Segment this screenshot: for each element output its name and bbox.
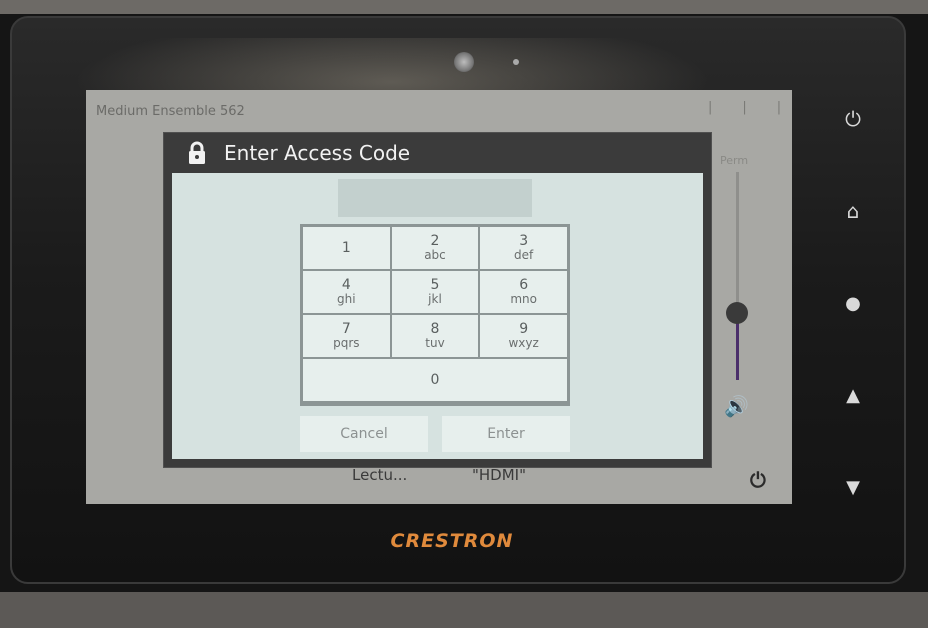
enter-button[interactable]: Enter — [442, 416, 570, 452]
key-9[interactable]: 9 wxyz — [480, 315, 567, 357]
dialog-header: Enter Access Code — [164, 133, 711, 175]
brand-logo: CRESTRON — [390, 530, 514, 552]
volume-slider-knob[interactable] — [726, 302, 748, 324]
key-number: 1 — [341, 239, 351, 256]
key-letters: abc — [424, 248, 446, 263]
key-letters: def — [514, 248, 534, 263]
key-4[interactable]: 4 ghi — [303, 271, 390, 313]
key-letters: ghi — [337, 292, 356, 307]
touch-screen: Medium Ensemble 562 |||? Perm 🔊 Lectu...… — [86, 90, 792, 504]
source-label[interactable]: Lectu... — [352, 466, 407, 484]
key-number: 8 — [430, 321, 440, 338]
dialog-body: 1 2 abc 3 def 4 ghi 5 jkl 6 mno 7 pqrs 8 tuv 9w… — [172, 173, 703, 459]
key-number: 5 — [430, 277, 440, 294]
volume-label: Perm — [720, 154, 749, 167]
key-letters: pqrs — [333, 336, 360, 351]
cancel-button[interactable]: Cancel — [300, 416, 428, 452]
wall-top — [0, 0, 928, 14]
key-number: 2 — [430, 233, 440, 250]
room-title: Medium Ensemble 562 — [96, 104, 245, 119]
sensor-icon — [513, 59, 519, 65]
speaker-icon[interactable]: 🔊 — [724, 394, 749, 418]
key-number: 0 — [430, 371, 440, 388]
menu-icon: ||| — [708, 100, 781, 115]
key-number: 3 — [519, 233, 529, 250]
key-2[interactable]: 2 abc — [391, 227, 479, 269]
key-5[interactable]: 5 jkl — [391, 271, 479, 313]
key-6[interactable]: 6 mno — [480, 271, 567, 313]
key-number: 6 — [519, 277, 529, 294]
key-3[interactable]: 3 def — [480, 227, 567, 269]
camera-icon — [454, 52, 474, 72]
lock-icon — [189, 141, 205, 164]
key-letters: tuv — [425, 336, 445, 351]
key-8[interactable]: 8 tuv — [391, 315, 479, 357]
numeric-keypad: 1 2 abc 3 def 4 ghi 5 jkl 6 mno 7 pqrs 8 tuv 9w… — [300, 224, 570, 406]
key-7[interactable]: 7 pqrs — [303, 315, 390, 357]
key-number: 7 — [341, 321, 351, 338]
access-code-dialog: Enter Access Code 1 2 abc 3 def 4 ghi 5 jkl … — [163, 132, 712, 468]
key-0[interactable]: 0 — [303, 359, 567, 401]
access-code-field[interactable] — [338, 179, 532, 217]
key-number: 4 — [341, 277, 351, 294]
key-number: 9 — [519, 321, 529, 338]
key-letters: wxyz — [508, 336, 539, 351]
home-icon[interactable]: ⌂ — [840, 198, 866, 224]
key-letters: jkl — [428, 292, 442, 307]
dialog-title: Enter Access Code — [224, 141, 411, 165]
lightbulb-icon[interactable]: ● — [840, 290, 866, 316]
status-icons: |||? — [708, 100, 792, 115]
wall-bottom — [0, 592, 928, 628]
up-arrow-icon[interactable]: ▲ — [840, 382, 866, 408]
down-arrow-icon[interactable]: ▼ — [840, 474, 866, 500]
display-power-icon[interactable]: ⏻ — [750, 468, 766, 492]
power-icon[interactable]: ⏻ — [840, 106, 866, 132]
key-1[interactable]: 1 — [303, 227, 390, 269]
input-label[interactable]: "HDMI" — [472, 466, 526, 484]
key-letters: mno — [510, 292, 537, 307]
